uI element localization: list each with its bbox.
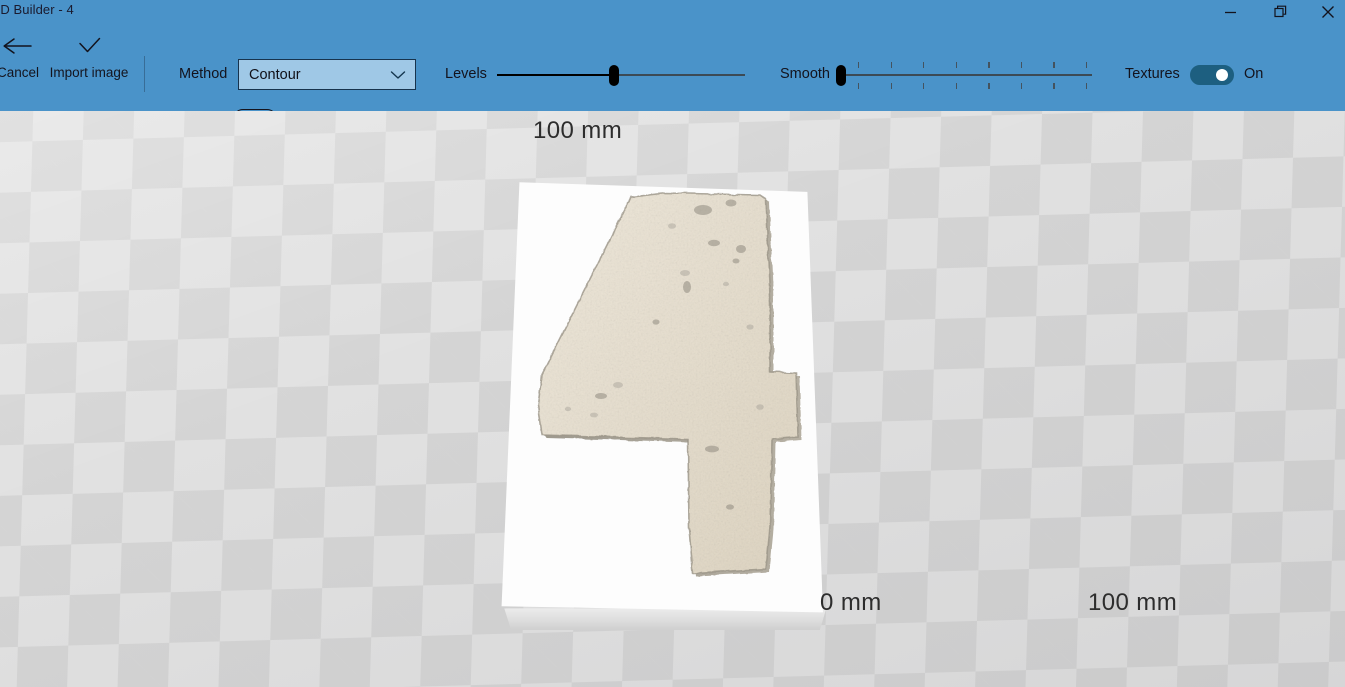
smooth-ticks-top xyxy=(836,62,1092,68)
close-button[interactable] xyxy=(1305,0,1345,24)
slider-tick xyxy=(923,62,925,68)
slider-tick xyxy=(1053,62,1055,68)
textures-state-label: On xyxy=(1244,66,1264,82)
slider-tick xyxy=(858,83,860,89)
restore-button[interactable] xyxy=(1258,0,1304,24)
slider-tick xyxy=(1086,62,1088,68)
slider-tick xyxy=(923,83,925,89)
slider-tick xyxy=(988,83,990,89)
back-arrow-icon xyxy=(1,28,35,64)
slider-tick xyxy=(955,62,957,68)
close-icon xyxy=(1321,5,1335,19)
toolbar-divider xyxy=(144,56,145,92)
restore-icon xyxy=(1274,5,1288,19)
toolbar: Cancel Import image Method Contour Level… xyxy=(0,24,1345,129)
levels-track-remaining xyxy=(613,74,745,77)
method-label: Method xyxy=(179,66,228,82)
smooth-slider-thumb[interactable] xyxy=(836,65,846,86)
cancel-label: Cancel xyxy=(0,65,40,80)
3d-viewport[interactable]: 100 mm 0 mm 100 mm xyxy=(0,111,1345,687)
smooth-label: Smooth xyxy=(780,66,830,82)
chevron-down-icon xyxy=(390,70,406,80)
import-image-button[interactable]: Import image xyxy=(44,28,134,80)
app-window: 3D Builder - 4 Cancel Import image Metho… xyxy=(0,0,1345,687)
method-selected-value: Contour xyxy=(249,66,301,83)
build-plate xyxy=(501,182,823,613)
slider-tick xyxy=(1020,62,1023,68)
import-image-label: Import image xyxy=(49,65,129,80)
levels-track-filled xyxy=(497,74,614,77)
method-dropdown[interactable]: Contour xyxy=(238,59,416,90)
slider-tick xyxy=(858,62,860,68)
minimize-icon xyxy=(1224,6,1237,19)
checkmark-icon xyxy=(74,28,104,64)
levels-slider-thumb[interactable] xyxy=(608,65,619,86)
smooth-ticks-bottom xyxy=(836,83,1092,89)
levels-label: Levels xyxy=(445,66,487,82)
slider-tick xyxy=(1086,83,1088,89)
slider-tick xyxy=(1053,83,1055,89)
slider-tick xyxy=(988,62,990,68)
slider-tick xyxy=(1020,83,1023,89)
dimension-label-left: 0 mm xyxy=(820,589,882,616)
dimension-label-top: 100 mm xyxy=(533,117,623,144)
title-bar: 3D Builder - 4 xyxy=(0,0,1345,24)
window-title: 3D Builder - 4 xyxy=(0,2,74,17)
slider-tick xyxy=(890,83,892,89)
textures-toggle[interactable] xyxy=(1190,65,1234,85)
smooth-slider[interactable] xyxy=(836,60,1092,90)
slider-tick xyxy=(890,62,892,68)
smooth-track-remaining xyxy=(841,74,1092,77)
slider-tick xyxy=(955,83,957,89)
minimize-button[interactable] xyxy=(1207,0,1253,24)
dimension-label-right: 100 mm xyxy=(1088,589,1178,616)
levels-slider[interactable] xyxy=(497,60,745,90)
textures-toggle-knob xyxy=(1216,69,1228,81)
textures-label: Textures xyxy=(1125,66,1180,82)
